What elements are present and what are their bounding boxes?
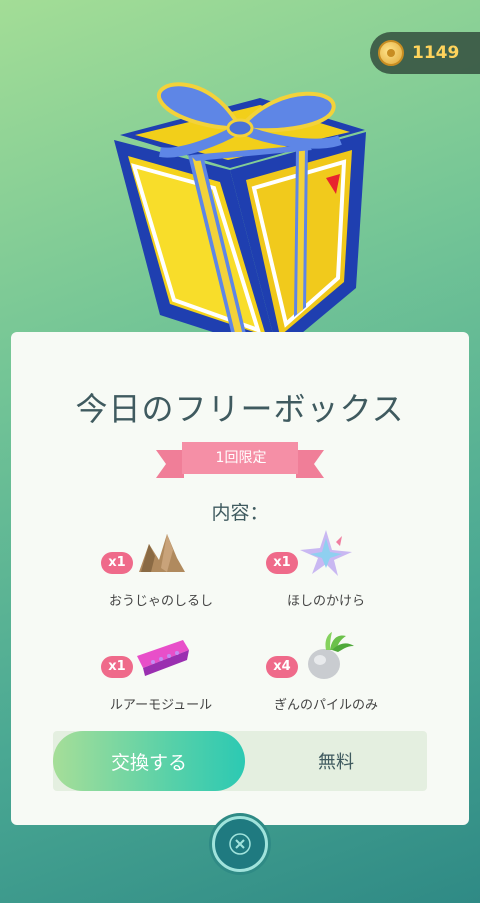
item-qty: x4 xyxy=(266,656,298,678)
price-label: 無料 xyxy=(318,752,354,773)
contents-label: 内容： xyxy=(211,502,269,524)
close-button[interactable] xyxy=(212,816,268,872)
item-qty: x1 xyxy=(101,656,133,678)
item-qty: x1 xyxy=(266,552,298,574)
item-name: ぎんのパイルのみ xyxy=(273,698,378,713)
coin-icon xyxy=(378,40,404,66)
exchange-bar: 交換する 無料 xyxy=(53,731,427,791)
box-title: 今日のフリーボックス xyxy=(75,390,405,428)
coin-counter: 1149 xyxy=(370,32,480,74)
item-qty: x1 xyxy=(101,552,133,574)
coin-amount: 1149 xyxy=(412,43,460,63)
item-star-piece: x1 ほしのかけら xyxy=(226,528,426,618)
star-piece-icon xyxy=(300,530,352,576)
item-name: ほしのかけら xyxy=(286,594,365,609)
lure-module-icon xyxy=(137,640,189,676)
kings-rock-icon xyxy=(139,534,185,572)
silver-pinap-berry-icon xyxy=(308,632,354,679)
exchange-button[interactable]: 交換する xyxy=(53,731,245,791)
close-icon xyxy=(229,833,251,855)
item-silver-pinap: x4 ぎんのパイルのみ xyxy=(226,632,426,722)
free-box-card: 今日のフリーボックス 1回限定 内容： x1 おうじゃのしるし x1 ほしのかけ… xyxy=(11,332,469,825)
gift-box-icon xyxy=(114,82,366,353)
limit-badge: 1回限定 xyxy=(215,450,267,466)
